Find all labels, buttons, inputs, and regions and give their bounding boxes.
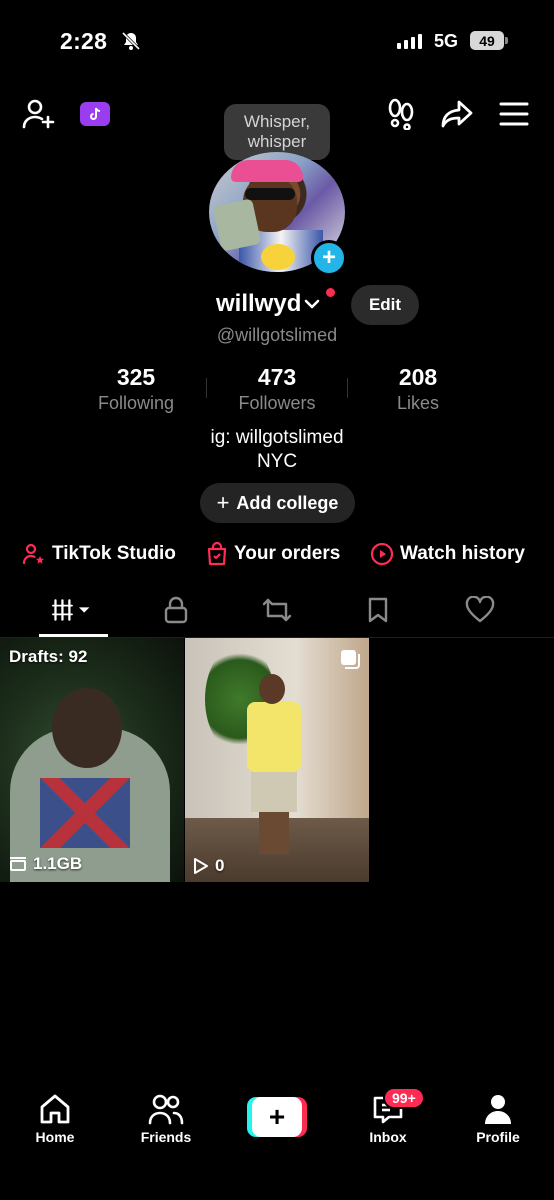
add-user-icon[interactable] bbox=[22, 97, 56, 131]
footprints-icon[interactable] bbox=[384, 97, 418, 131]
quick-link-watch-history[interactable]: Watch history bbox=[370, 541, 525, 567]
studio-person-icon bbox=[22, 543, 44, 565]
drafts-count: Drafts: 92 bbox=[9, 647, 88, 666]
whisper-line-2: whisper bbox=[247, 132, 307, 151]
quick-link-label: Your orders bbox=[234, 543, 341, 564]
display-name: willwyd bbox=[216, 290, 302, 317]
play-circle-icon bbox=[370, 542, 394, 566]
profile-handle: @willgotslimed bbox=[216, 325, 338, 345]
shopping-bag-icon bbox=[207, 542, 227, 566]
create-button[interactable]: + bbox=[247, 1097, 307, 1137]
repost-icon bbox=[262, 598, 292, 622]
nav-label: Home bbox=[35, 1129, 75, 1145]
bookmark-icon bbox=[368, 597, 388, 623]
stat-following[interactable]: 325 Following bbox=[66, 364, 206, 414]
tab-liked[interactable] bbox=[460, 594, 500, 626]
tiktok-note-icon[interactable] bbox=[80, 102, 110, 126]
stat-label: Followers bbox=[238, 393, 316, 413]
heart-icon bbox=[465, 596, 495, 623]
hamburger-menu-icon[interactable] bbox=[497, 97, 531, 131]
stat-likes[interactable]: 208 Likes bbox=[348, 364, 488, 414]
notification-dot bbox=[326, 288, 335, 297]
quick-link-label: Watch history bbox=[400, 543, 525, 564]
tab-favorites[interactable] bbox=[358, 594, 398, 626]
cell-signal-icon bbox=[397, 33, 422, 49]
video-thumbnail[interactable]: 0 bbox=[185, 638, 369, 882]
drafts-size-label: 1.1GB bbox=[33, 854, 83, 873]
network-type: 5G bbox=[434, 31, 459, 51]
add-story-plus-icon[interactable]: + bbox=[311, 240, 347, 276]
stat-followers[interactable]: 473 Followers bbox=[207, 364, 347, 414]
stat-label: Following bbox=[97, 393, 175, 413]
view-count-label: 0 bbox=[215, 856, 225, 875]
tab-videos[interactable] bbox=[52, 594, 92, 626]
battery-level: 49 bbox=[470, 31, 504, 50]
profile-icon bbox=[485, 1095, 511, 1124]
drafts-size: 1.1GB bbox=[9, 854, 82, 874]
quick-link-tiktok-studio[interactable]: TikTok Studio bbox=[22, 541, 176, 567]
nav-home[interactable]: Home bbox=[15, 1093, 95, 1145]
nav-friends[interactable]: Friends bbox=[126, 1093, 206, 1145]
chevron-down-icon bbox=[305, 299, 320, 309]
storage-box-icon bbox=[10, 857, 26, 871]
username-switcher[interactable]: willwyd bbox=[216, 290, 321, 318]
multi-photo-icon bbox=[339, 648, 361, 675]
inbox-badge: 99+ bbox=[383, 1087, 425, 1109]
stat-value: 473 bbox=[257, 364, 297, 390]
drafts-thumbnail[interactable]: Drafts: 92 1.1GB bbox=[0, 638, 184, 882]
whisper-line-1: Whisper, bbox=[243, 112, 311, 131]
tab-reposts[interactable] bbox=[257, 594, 297, 626]
lock-icon bbox=[164, 596, 188, 624]
status-time: 2:28 bbox=[60, 28, 108, 54]
add-college-button[interactable]: + Add college bbox=[200, 483, 355, 523]
plus-icon: + bbox=[252, 1097, 302, 1137]
bio-line-1: ig: willgotslimed bbox=[210, 427, 344, 448]
share-arrow-icon[interactable] bbox=[440, 97, 474, 131]
friends-icon bbox=[148, 1094, 184, 1125]
nav-label: Inbox bbox=[369, 1129, 407, 1145]
view-count: 0 bbox=[193, 856, 224, 876]
bio-line-2: NYC bbox=[256, 451, 298, 472]
stat-value: 325 bbox=[116, 364, 156, 390]
bell-slash-icon bbox=[120, 30, 142, 52]
tab-private[interactable] bbox=[156, 594, 196, 626]
home-icon bbox=[40, 1094, 70, 1124]
nav-label: Profile bbox=[476, 1129, 520, 1145]
plus-icon: + bbox=[216, 490, 230, 515]
quick-link-your-orders[interactable]: Your orders bbox=[206, 541, 340, 567]
add-college-label: Add college bbox=[236, 492, 339, 513]
nav-label: Friends bbox=[140, 1129, 192, 1145]
edit-profile-button[interactable]: Edit bbox=[351, 285, 419, 325]
stat-value: 208 bbox=[398, 364, 438, 390]
battery-tip bbox=[505, 37, 508, 44]
stat-label: Likes bbox=[396, 393, 440, 413]
quick-link-label: TikTok Studio bbox=[52, 543, 176, 564]
play-outline-icon bbox=[194, 858, 208, 874]
grid-columns-icon bbox=[52, 599, 90, 621]
nav-profile[interactable]: Profile bbox=[458, 1093, 538, 1145]
